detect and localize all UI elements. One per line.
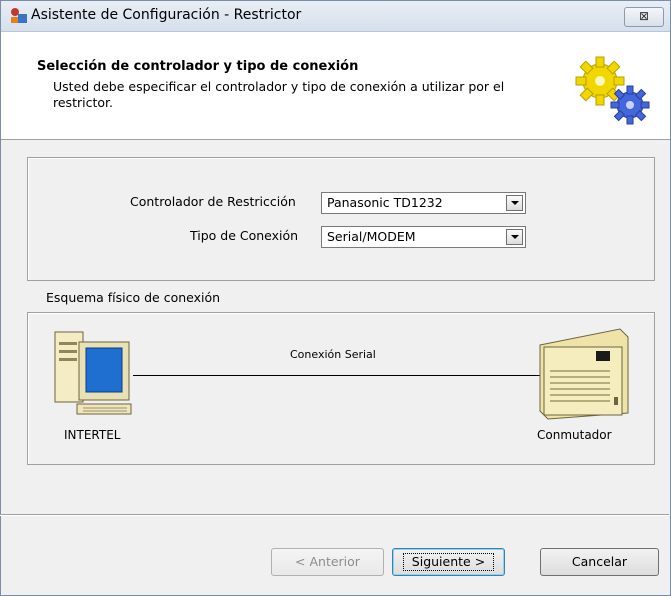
connection-label: Tipo de Conexión: [190, 228, 299, 243]
next-button[interactable]: Siguiente >: [392, 548, 505, 576]
switch-icon: [539, 328, 629, 420]
computer-icon: [54, 331, 132, 415]
next-button-label: Siguiente >: [402, 553, 495, 571]
close-icon: ⊠: [638, 9, 650, 23]
computer-label: INTERTEL: [64, 428, 121, 442]
footer-divider-highlight: [0, 515, 669, 516]
wizard-header: Selección de controlador y tipo de conex…: [1, 32, 670, 140]
connection-type-label: Conexión Serial: [290, 348, 376, 361]
controller-select-value: Panasonic TD1232: [327, 195, 443, 210]
header-title: Selección de controlador y tipo de conex…: [37, 59, 359, 74]
app-icon: [11, 8, 27, 23]
controller-panel: [27, 157, 655, 281]
chevron-down-icon[interactable]: [506, 195, 523, 211]
switch-label: Conmutador: [537, 428, 612, 442]
header-description: Usted debe especificar el controlador y …: [53, 79, 505, 110]
gears-icon: [575, 56, 650, 125]
close-button[interactable]: ⊠: [624, 7, 664, 27]
controller-label: Controlador de Restricción: [130, 194, 296, 209]
connection-select-value: Serial/MODEM: [327, 229, 416, 244]
controller-select[interactable]: Panasonic TD1232: [321, 192, 526, 214]
connection-select[interactable]: Serial/MODEM: [321, 226, 526, 248]
back-button[interactable]: < Anterior: [271, 548, 384, 576]
window-title: Asistente de Configuración - Restrictor: [31, 7, 302, 23]
cancel-button[interactable]: Cancelar: [540, 548, 659, 576]
title-bar: Asistente de Configuración - Restrictor …: [1, 1, 670, 32]
chevron-down-icon[interactable]: [506, 229, 523, 245]
connection-line: [133, 375, 540, 376]
schema-label: Esquema físico de conexión: [46, 290, 221, 305]
